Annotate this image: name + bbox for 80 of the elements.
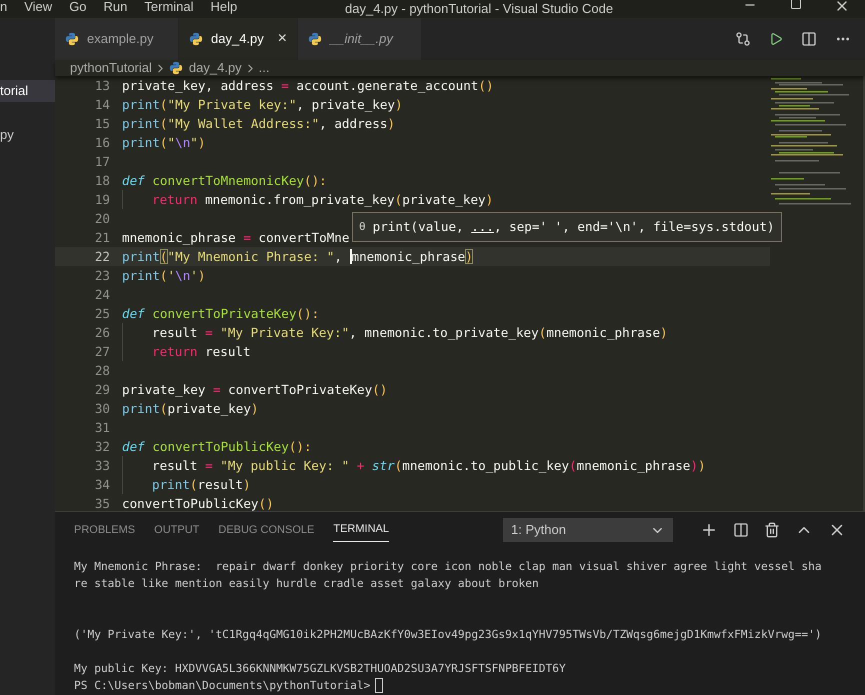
line-number: 30 [94, 400, 110, 418]
sidebar-item[interactable]: torial [0, 80, 55, 102]
line-number: 33 [94, 457, 110, 475]
editor-tab[interactable]: example.py [55, 18, 179, 60]
line-number: 34 [94, 476, 110, 494]
line-number: 31 [94, 419, 110, 437]
terminal-cursor [375, 678, 384, 693]
code-line: mnemonic_phrase = convertToMne [122, 229, 350, 247]
menu-item[interactable]: Help [210, 0, 238, 17]
panel-tab[interactable]: OUTPUT [154, 518, 200, 542]
terminal-select[interactable]: 1: Python [503, 518, 673, 542]
code-line: print('\n') [122, 267, 206, 285]
new-terminal-icon[interactable] [700, 521, 718, 539]
code-line: return result [152, 343, 251, 361]
breadcrumb-item[interactable]: day_4.py [188, 58, 242, 78]
menu-item[interactable]: n [0, 0, 8, 17]
python-file-icon [168, 61, 183, 75]
menu-item[interactable]: Run [104, 0, 128, 17]
sidebar-item[interactable]: py [0, 124, 55, 146]
code-line: result = "My Private Key:", mnemonic.to_private_key(mnemonic_phrase) [152, 324, 668, 342]
line-number: 19 [94, 191, 110, 209]
line-number: 27 [94, 343, 110, 361]
split-terminal-icon[interactable] [733, 522, 749, 538]
python-file-icon [308, 32, 322, 46]
editor-tab[interactable]: day_4.py × [179, 18, 298, 60]
menu-item[interactable]: View [24, 0, 52, 17]
code-line: print("My Private key:", private_key) [122, 96, 403, 114]
line-number: 24 [94, 286, 110, 304]
line-number: 23 [94, 267, 110, 285]
terminal-prompt: PS C:\Users\bobman\Documents\pythonTutorial> [74, 678, 370, 694]
code-line: print("\n") [122, 134, 206, 152]
code-line: print("My Wallet Address:", address) [122, 115, 396, 133]
code-line: private_key = convertToPrivateKey() [122, 381, 388, 399]
line-number: 25 [94, 305, 110, 323]
code-line: private_key, address = account.generate_account() [122, 77, 494, 95]
panel-tab[interactable]: DEBUG CONSOLE [218, 518, 314, 542]
line-number: 14 [94, 96, 110, 114]
menu-item[interactable]: Go [69, 0, 87, 17]
code-line: convertToPublicKey() [122, 495, 274, 511]
line-number: 21 [94, 229, 110, 247]
editor-tab[interactable]: __init__.py [298, 18, 422, 60]
line-number: 20 [94, 210, 110, 228]
panel-tab[interactable]: TERMINAL [333, 518, 389, 542]
code-line: def convertToMnemonicKey(): [122, 172, 327, 190]
terminal-line: ('My Private Key:', 'tC1Rgq4qGMG10ik2PH2MUcBAzKfY0w3EIov49pg23Gs9x1qYHV795TWsVb/TZWqsg6mejgD1KmwfxFMizkVrwg==') [74, 627, 823, 643]
breadcrumb-item[interactable]: ... [258, 58, 270, 78]
terminal-line: My public Key: HXDVVGA5L366KNNMKW75GZLKVSB2THUOAD2SU3A7YRJSFTSFNPBFEIDT6Y [74, 661, 567, 677]
terminal-line: re stable like mention easily hurdle cradle asset galaxy about broken [74, 576, 540, 592]
line-number: 18 [94, 172, 110, 190]
line-number: 35 [94, 495, 110, 511]
line-number: 17 [94, 153, 110, 171]
line-number: 28 [94, 362, 110, 380]
line-number: 29 [94, 381, 110, 399]
menu-item[interactable]: Terminal [144, 0, 194, 17]
line-number: 16 [94, 134, 110, 152]
terminal-line: My Mnemonic Phrase: repair dwarf donkey priority core icon noble clap man visual shiver agree light vessel sha [74, 559, 823, 575]
close-tab-icon[interactable]: × [278, 27, 287, 51]
code-line: print(private_key) [122, 400, 259, 418]
line-number: 13 [94, 77, 110, 95]
breadcrumb-item[interactable]: pythonTutorial [70, 58, 152, 78]
line-number: 32 [94, 438, 110, 456]
line-number: 26 [94, 324, 110, 342]
window-title: day_4.py - pythonTutorial - Visual Studio Code [345, 0, 614, 18]
code-line: return mnemonic.from_private_key(private_key) [152, 191, 494, 209]
signature-text: print(value, ..., sep=' ', end='\n', file=sys.stdout) [372, 218, 774, 236]
code-line: result = "My public Key: " + str(mnemonic.to_public_key(mnemonic_phrase)) [152, 457, 706, 475]
line-number: 22 [94, 248, 110, 266]
trash-icon[interactable] [764, 522, 780, 538]
line-number: 15 [94, 115, 110, 133]
code-line: print(result) [152, 476, 251, 494]
compare-changes-icon[interactable] [735, 31, 751, 47]
code-line: print("My Mnemonic Phrase: ", mnemonic_phrase) [122, 248, 473, 266]
code-line: def convertToPrivateKey(): [122, 305, 320, 323]
python-file-icon [189, 32, 203, 46]
panel-tab[interactable]: PROBLEMS [74, 518, 136, 542]
run-icon[interactable] [769, 32, 783, 46]
split-editor-icon[interactable] [801, 31, 817, 47]
python-file-icon [65, 32, 79, 46]
symbol-icon: θ [359, 218, 366, 236]
code-line: def convertToPublicKey(): [122, 438, 312, 456]
